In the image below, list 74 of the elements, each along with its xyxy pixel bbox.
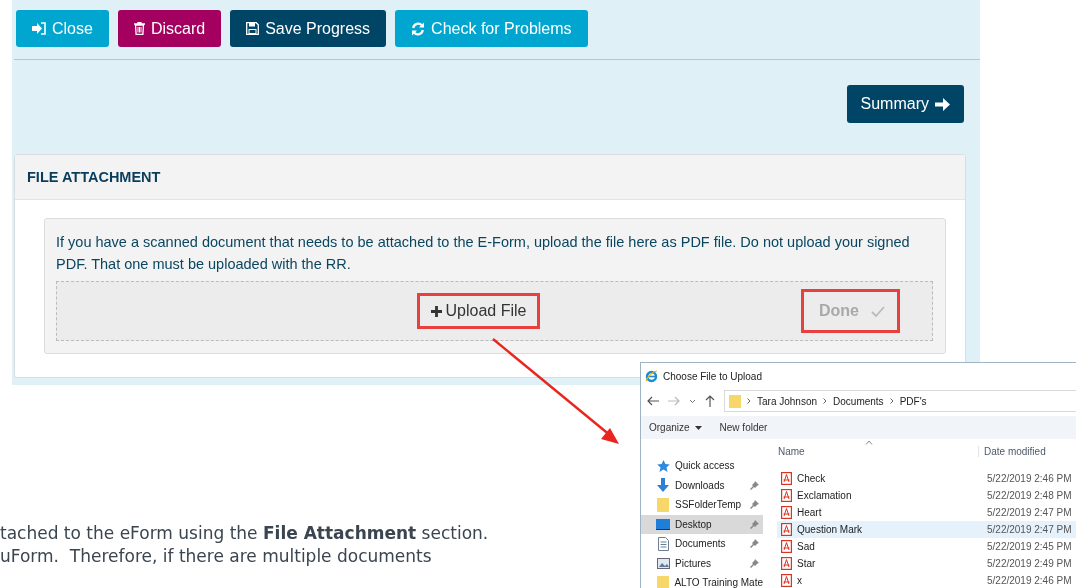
nav-item[interactable]: Documents <box>641 534 763 554</box>
refresh-icon <box>411 21 426 36</box>
nav-item[interactable]: Downloads <box>641 475 763 495</box>
monitor-icon <box>656 518 670 530</box>
image-icon <box>656 557 670 569</box>
folder-icon <box>657 497 669 512</box>
file-name: Sad <box>797 541 815 552</box>
file-date: 5/22/2019 2:47 PM <box>987 507 1072 518</box>
trash-icon <box>133 22 145 35</box>
sort-caret-icon <box>865 440 873 445</box>
column-header[interactable]: Name <box>777 445 978 457</box>
section-title: FILE ATTACHMENT <box>27 169 161 185</box>
column-header[interactable]: Date modified <box>978 445 1046 457</box>
plus-icon <box>430 305 442 317</box>
upload-file-button[interactable]: Upload File <box>416 293 541 329</box>
nav-item[interactable]: Pictures <box>641 553 763 573</box>
document-text: tached to the eForm using the File Attachment section. <box>0 522 489 545</box>
file-row[interactable]: x 5/22/2019 2:46 PM <box>777 572 1076 588</box>
document-text: uForm. Therefore, if there are multiple documents <box>0 545 433 568</box>
file-name: Exclamation <box>797 490 852 501</box>
chevron-right-icon <box>747 398 751 404</box>
organize-menu[interactable]: Organize <box>649 422 702 433</box>
sign-in-icon <box>32 22 46 35</box>
pdf-file-icon <box>781 472 792 485</box>
checkmark-icon <box>871 305 885 317</box>
file-name: Question Mark <box>797 524 863 535</box>
file-date: 5/22/2019 2:47 PM <box>987 524 1072 535</box>
pdf-file-icon <box>781 489 792 502</box>
pdf-file-icon <box>781 506 792 519</box>
file-date: 5/22/2019 2:45 PM <box>987 541 1072 552</box>
file-row[interactable]: Check 5/22/2019 2:46 PM <box>777 470 1076 487</box>
browser-logo-icon <box>645 369 658 383</box>
star-icon <box>656 459 670 472</box>
folder-icon <box>729 394 741 408</box>
dialog-title: Choose File to Upload <box>663 370 762 382</box>
file-row[interactable]: Question Mark 5/22/2019 2:47 PM <box>777 521 1076 538</box>
arrow-right-icon <box>935 97 950 111</box>
pdf-file-icon <box>781 540 792 553</box>
up-arrow-icon[interactable] <box>705 395 715 407</box>
toolbar-button[interactable]: Save Progress <box>230 10 387 47</box>
file-row[interactable]: Exclamation 5/22/2019 2:48 PM <box>777 487 1076 504</box>
nav-item[interactable]: SSFolderTemp <box>641 495 763 515</box>
breadcrumb-item[interactable]: Documents <box>833 395 884 407</box>
file-name: Star <box>797 558 816 569</box>
file-date: 5/22/2019 2:46 PM <box>987 473 1072 484</box>
pdf-file-icon <box>781 523 792 536</box>
summary-button[interactable]: Summary <box>846 85 964 123</box>
chevron-down-icon[interactable] <box>689 398 696 404</box>
file-row[interactable]: Heart 5/22/2019 2:47 PM <box>777 504 1076 521</box>
file-name: x <box>797 575 802 586</box>
breadcrumb-item[interactable]: Tara Johnson <box>757 395 818 407</box>
new-folder-button[interactable]: New folder <box>719 422 768 433</box>
chevron-right-icon <box>889 398 894 404</box>
chevron-right-icon <box>823 398 828 404</box>
instructions-text: If you have a scanned document that needs to be attached to the E-Form, upload the file here as PDF file. Do not upload your signed PDF. That one must be uploaded with the RR. <box>56 233 911 274</box>
file-row[interactable]: Sad 5/22/2019 2:45 PM <box>777 538 1076 555</box>
nav-item[interactable]: Desktop <box>641 514 763 534</box>
file-name: Check <box>797 473 826 484</box>
pdf-file-icon <box>781 557 792 570</box>
nav-item[interactable]: ALTO Training Mate <box>641 573 763 588</box>
address-bar[interactable]: Tara Johnson Documents PDF's <box>724 390 1076 412</box>
breadcrumb-item[interactable]: PDF's <box>899 395 927 407</box>
folder-icon <box>656 575 669 588</box>
file-date: 5/22/2019 2:48 PM <box>987 490 1072 501</box>
nav-item[interactable]: Quick access <box>641 456 763 476</box>
file-date: 5/22/2019 2:49 PM <box>987 558 1072 569</box>
toolbar-button[interactable]: Discard <box>117 10 222 47</box>
document-icon <box>657 536 669 551</box>
file-name: Heart <box>797 507 822 518</box>
back-icon[interactable] <box>647 396 659 406</box>
file-date: 5/22/2019 2:46 PM <box>987 575 1072 586</box>
download-icon <box>657 478 669 493</box>
file-row[interactable]: Star 5/22/2019 2:49 PM <box>777 555 1076 572</box>
dropdown-icon <box>694 425 702 430</box>
